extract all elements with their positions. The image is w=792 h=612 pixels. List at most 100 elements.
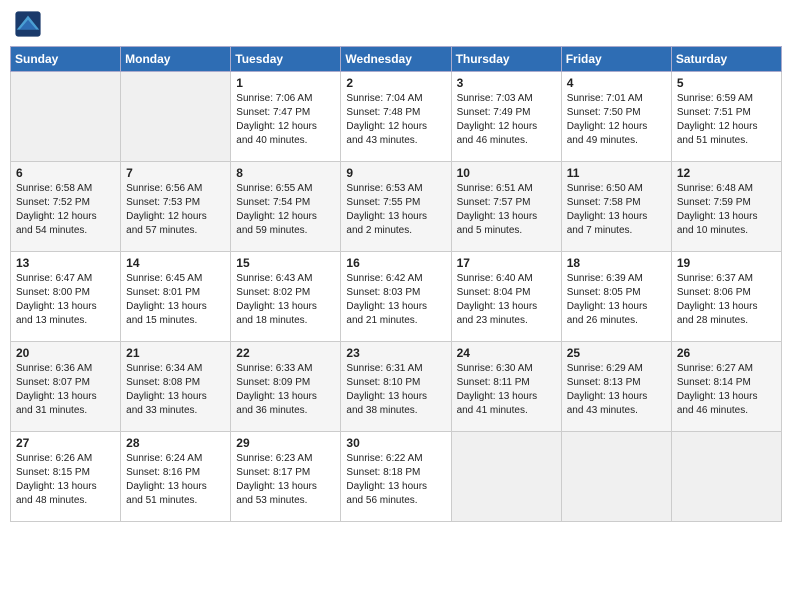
calendar-cell: 22 Sunrise: 6:33 AMSunset: 8:09 PMDayligh… — [231, 342, 341, 432]
day-number: 17 — [457, 256, 556, 270]
day-info: Daylight: 13 hours and 53 minutes. — [236, 480, 335, 508]
day-info: Sunset: 7:59 PM — [677, 196, 776, 210]
day-info: Daylight: 13 hours and 46 minutes. — [677, 390, 776, 418]
day-info: Sunrise: 6:58 AM — [16, 182, 115, 196]
day-info: Sunset: 8:16 PM — [126, 466, 225, 480]
calendar-cell: 4Sunrise: 7:01 AMSunset: 7:50 PMDaylight… — [561, 72, 671, 162]
calendar-cell: 6Sunrise: 6:58 AMSunset: 7:52 PMDaylight… — [11, 162, 121, 252]
day-info: Sunset: 8:13 PM — [567, 376, 666, 390]
calendar-cell — [11, 72, 121, 162]
day-info: Sunrise: 6:23 AM — [236, 452, 335, 466]
calendar-cell: 19Sunrise: 6:37 AMSunset: 8:06 PMDayligh… — [671, 252, 781, 342]
day-info: Sunset: 7:54 PM — [236, 196, 335, 210]
day-info: Daylight: 12 hours and 43 minutes. — [346, 120, 445, 148]
day-info: Daylight: 13 hours and 13 minutes. — [16, 300, 115, 328]
day-info: Sunset: 7:55 PM — [346, 196, 445, 210]
day-number: 14 — [126, 256, 225, 270]
calendar-cell — [561, 432, 671, 522]
calendar-cell: 2Sunrise: 7:04 AMSunset: 7:48 PMDaylight… — [341, 72, 451, 162]
day-info: Daylight: 13 hours and 10 minutes. — [677, 210, 776, 238]
day-number: 13 — [16, 256, 115, 270]
calendar-week-1: 1Sunrise: 7:06 AMSunset: 7:47 PMDaylight… — [11, 72, 782, 162]
day-info: Sunrise: 7:03 AM — [457, 92, 556, 106]
day-info: Sunrise: 6:40 AM — [457, 272, 556, 286]
day-info: Daylight: 12 hours and 46 minutes. — [457, 120, 556, 148]
day-info: Sunrise: 6:39 AM — [567, 272, 666, 286]
day-info: Sunset: 7:53 PM — [126, 196, 225, 210]
calendar-cell: 3Sunrise: 7:03 AMSunset: 7:49 PMDaylight… — [451, 72, 561, 162]
day-number: 9 — [346, 166, 445, 180]
day-info: Daylight: 13 hours and 36 minutes. — [236, 390, 335, 418]
day-info: Sunrise: 6:53 AM — [346, 182, 445, 196]
day-number: 3 — [457, 76, 556, 90]
calendar-cell: 17 Sunrise: 6:40 AMSunset: 8:04 PMDayligh… — [451, 252, 561, 342]
calendar-cell: 8Sunrise: 6:55 AMSunset: 7:54 PMDaylight… — [231, 162, 341, 252]
page-header — [10, 10, 782, 38]
calendar-cell: 25Sunrise: 6:29 AMSunset: 8:13 PMDayligh… — [561, 342, 671, 432]
day-info: Sunrise: 6:47 AM — [16, 272, 115, 286]
day-info: Daylight: 13 hours and 21 minutes. — [346, 300, 445, 328]
calendar-cell: 27Sunrise: 6:26 AMSunset: 8:15 PMDayligh… — [11, 432, 121, 522]
day-header-thursday: Thursday — [451, 47, 561, 72]
day-number: 6 — [16, 166, 115, 180]
calendar-week-3: 13Sunrise: 6:47 AMSunset: 8:00 PMDayligh… — [11, 252, 782, 342]
day-info: Sunset: 8:11 PM — [457, 376, 556, 390]
day-info: Daylight: 13 hours and 2 minutes. — [346, 210, 445, 238]
calendar-cell: 5Sunrise: 6:59 AMSunset: 7:51 PMDaylight… — [671, 72, 781, 162]
day-info: Daylight: 13 hours and 33 minutes. — [126, 390, 225, 418]
day-info: Daylight: 13 hours and 43 minutes. — [567, 390, 666, 418]
day-header-sunday: Sunday — [11, 47, 121, 72]
day-info: Sunrise: 6:33 AM — [236, 362, 335, 376]
calendar-cell: 13Sunrise: 6:47 AMSunset: 8:00 PMDayligh… — [11, 252, 121, 342]
day-number: 7 — [126, 166, 225, 180]
day-number: 28 — [126, 436, 225, 450]
calendar-cell: 29Sunrise: 6:23 AMSunset: 8:17 PMDayligh… — [231, 432, 341, 522]
calendar-table: SundayMondayTuesdayWednesdayThursdayFrid… — [10, 46, 782, 522]
calendar-cell: 12Sunrise: 6:48 AMSunset: 7:59 PMDayligh… — [671, 162, 781, 252]
day-number: 22 — [236, 346, 335, 360]
calendar-cell: 23Sunrise: 6:31 AMSunset: 8:10 PMDayligh… — [341, 342, 451, 432]
day-info: Sunset: 8:09 PM — [236, 376, 335, 390]
calendar-cell: 16Sunrise: 6:42 AMSunset: 8:03 PMDayligh… — [341, 252, 451, 342]
day-number: 27 — [16, 436, 115, 450]
day-header-wednesday: Wednesday — [341, 47, 451, 72]
day-info: Daylight: 13 hours and 31 minutes. — [16, 390, 115, 418]
day-info: Sunrise: 6:30 AM — [457, 362, 556, 376]
day-number: 20 — [16, 346, 115, 360]
calendar-week-2: 6 Sunrise: 6:58 AMSunset: 7:52 PM Daylight… — [11, 162, 782, 252]
day-info: Sunset: 7:57 PM — [457, 196, 556, 210]
day-info: Daylight: 12 hours and 51 minutes. — [677, 120, 776, 148]
day-info: Daylight: 13 hours and 23 minutes. — [457, 300, 556, 328]
logo — [14, 10, 46, 38]
logo-icon — [14, 10, 42, 38]
calendar-cell: 9 Sunrise: 6:53 AMSunset: 7:55 PMDaylight… — [341, 162, 451, 252]
day-number: 23 — [346, 346, 445, 360]
calendar-cell: 21Sunrise: 6:34 AMSunset: 8:08 PMDayligh… — [121, 342, 231, 432]
day-info: Sunrise: 7:01 AM — [567, 92, 666, 106]
day-number: 16 — [346, 256, 445, 270]
calendar-cell: 15Sunrise: 6:43 AMSunset: 8:02 PMDayligh… — [231, 252, 341, 342]
day-info: Sunrise: 6:51 AM — [457, 182, 556, 196]
day-number: 4 — [567, 76, 666, 90]
day-info: Sunrise: 7:06 AM — [236, 92, 335, 106]
day-header-friday: Friday — [561, 47, 671, 72]
day-info: Sunset: 7:48 PM — [346, 106, 445, 120]
calendar-cell: 30Sunrise: 6:22 AMSunset: 8:18 PMDayligh… — [341, 432, 451, 522]
day-info: Sunrise: 6:34 AM — [126, 362, 225, 376]
day-info: Daylight: 13 hours and 38 minutes. — [346, 390, 445, 418]
calendar-cell: 10Sunrise: 6:51 AMSunset: 7:57 PMDayligh… — [451, 162, 561, 252]
day-number: 30 — [346, 436, 445, 450]
calendar-cell: 11Sunrise: 6:50 AMSunset: 7:58 PMDayligh… — [561, 162, 671, 252]
day-info: Sunset: 7:52 PM — [16, 196, 115, 210]
calendar-cell — [121, 72, 231, 162]
day-number: 18 — [567, 256, 666, 270]
calendar-cell: 18Sunrise: 6:39 AMSunset: 8:05 PMDayligh… — [561, 252, 671, 342]
day-info: Daylight: 13 hours and 18 minutes. — [236, 300, 335, 328]
day-info: Sunrise: 6:31 AM — [346, 362, 445, 376]
day-number: 24 — [457, 346, 556, 360]
day-info: Sunrise: 6:59 AM — [677, 92, 776, 106]
calendar-cell — [451, 432, 561, 522]
day-info: Sunset: 8:04 PM — [457, 286, 556, 300]
day-info: Sunrise: 6:43 AM — [236, 272, 335, 286]
day-info: Daylight: 13 hours and 5 minutes. — [457, 210, 556, 238]
